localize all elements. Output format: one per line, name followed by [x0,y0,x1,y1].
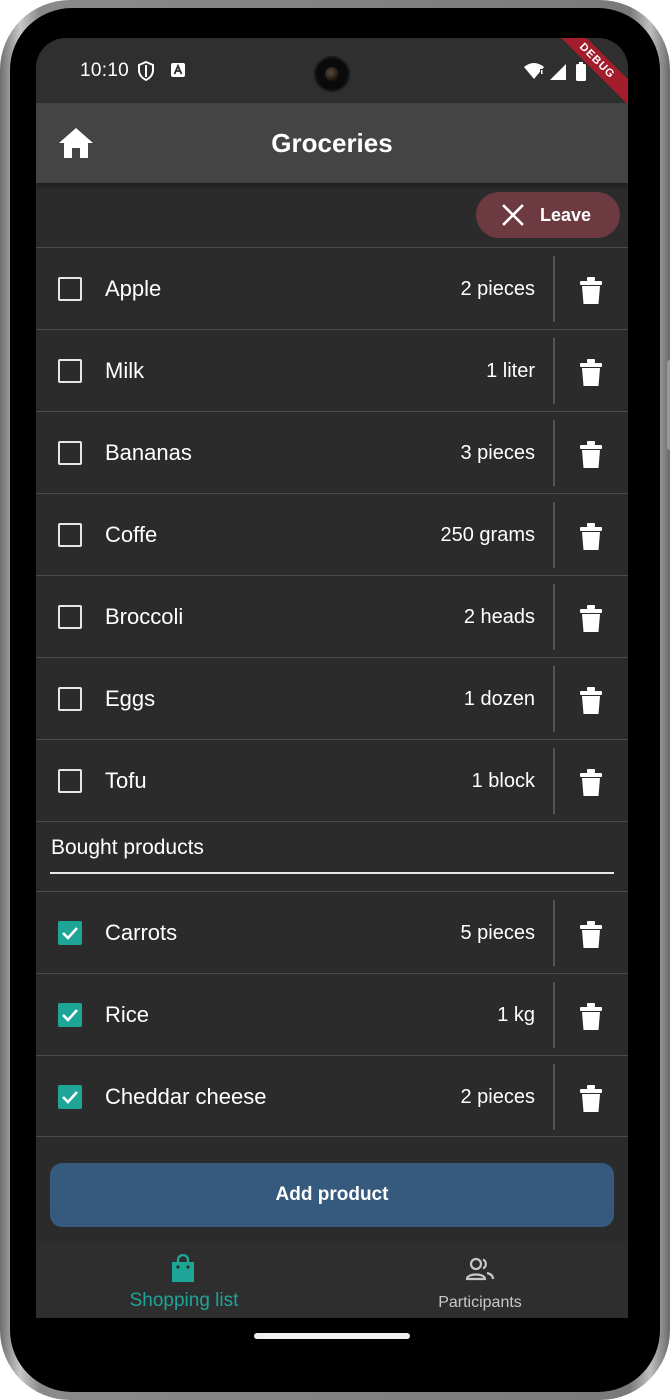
check-icon [62,927,78,940]
list-item: Coffe 250 grams [36,493,628,575]
item-checkbox[interactable] [58,605,82,629]
list-item: Broccoli 2 heads [36,575,628,657]
shield-icon [138,61,154,81]
list-item: Apple 2 pieces [36,247,628,329]
trash-icon[interactable] [576,1002,606,1032]
divider [553,338,555,404]
bought-section-header: Bought products [36,821,628,891]
section-underline [50,872,614,874]
people-icon [465,1257,495,1281]
leave-button[interactable]: Leave [476,192,620,238]
check-icon [62,1009,78,1022]
camera-cutout [314,56,350,92]
list-item: Cheddar cheese 2 pieces [36,1055,628,1137]
list-item: Tofu 1 block [36,739,628,821]
divider [553,666,555,732]
app-notification-icon [171,63,185,77]
status-time: 10:10 [80,60,130,81]
home-indicator[interactable] [254,1333,410,1339]
check-icon [62,1091,78,1104]
add-product-button[interactable]: Add product [50,1163,614,1227]
item-name: Milk [105,358,145,383]
item-quantity: 2 heads [463,606,535,628]
item-checkbox-checked[interactable] [58,1085,82,1109]
divider [553,256,555,322]
bottom-navigation: Shopping list Participants [36,1242,628,1318]
item-name: Apple [105,276,162,301]
list-item: Carrots 5 pieces [36,891,628,973]
item-quantity: 3 pieces [460,442,536,464]
app-bar: Groceries [36,103,628,183]
item-name: Bananas [105,440,192,465]
trash-icon[interactable] [576,768,606,798]
trash-icon[interactable] [576,522,606,552]
section-title: Bought products [51,836,204,859]
shopping-list: Apple 2 pieces Milk 1 liter Bananas 3 pi… [36,247,628,1137]
trash-icon[interactable] [576,686,606,716]
item-name: Eggs [105,686,156,711]
item-name: Rice [105,1002,150,1027]
item-quantity: 5 pieces [460,922,536,944]
item-checkbox[interactable] [58,359,82,383]
divider [553,982,555,1048]
trash-icon[interactable] [576,920,606,950]
item-checkbox[interactable] [58,687,82,711]
item-checkbox[interactable] [58,277,82,301]
nav-shopping-list[interactable]: Shopping list [36,1242,332,1318]
item-checkbox-checked[interactable] [58,1003,82,1027]
list-item: Rice 1 kg [36,973,628,1055]
trash-icon[interactable] [576,1084,606,1114]
divider [553,502,555,568]
shopping-bag-icon [172,1254,194,1282]
trash-icon[interactable] [576,358,606,388]
trash-icon[interactable] [576,604,606,634]
item-quantity: 250 grams [440,524,536,546]
item-name: Cheddar cheese [105,1084,267,1109]
page-title: Groceries [271,128,393,158]
divider [553,900,555,966]
item-quantity: 1 dozen [463,688,535,710]
item-checkbox[interactable] [58,523,82,547]
screen: 10:10 DEBUG Groceries Leave Apple 2 piec… [36,38,628,1318]
nav-label: Participants [438,1294,522,1311]
item-name: Tofu [105,768,147,793]
divider [553,584,555,650]
leave-button-label: Leave [540,204,592,225]
item-quantity: 2 pieces [460,1086,536,1108]
list-item: Bananas 3 pieces [36,411,628,493]
status-bar: 10:10 DEBUG [36,38,628,114]
phone-frame: 10:10 DEBUG Groceries Leave Apple 2 piec… [0,0,670,1400]
nav-participants[interactable]: Participants [332,1242,628,1318]
item-name: Carrots [105,920,178,945]
item-checkbox-checked[interactable] [58,921,82,945]
item-checkbox[interactable] [58,769,82,793]
divider [553,420,555,486]
trash-icon[interactable] [576,276,606,306]
item-name: Broccoli [105,604,184,629]
item-checkbox[interactable] [58,441,82,465]
list-item: Milk 1 liter [36,329,628,411]
item-name: Coffe [105,522,158,547]
close-icon [502,204,524,226]
trash-icon[interactable] [576,440,606,470]
item-quantity: 1 liter [486,360,535,382]
home-icon[interactable] [54,125,98,161]
divider [553,1064,555,1130]
item-quantity: 2 pieces [460,278,536,300]
nav-label: Shopping list [129,1290,239,1311]
item-quantity: 1 block [471,770,535,792]
list-item: Eggs 1 dozen [36,657,628,739]
divider [553,748,555,814]
item-quantity: 1 kg [497,1004,535,1026]
